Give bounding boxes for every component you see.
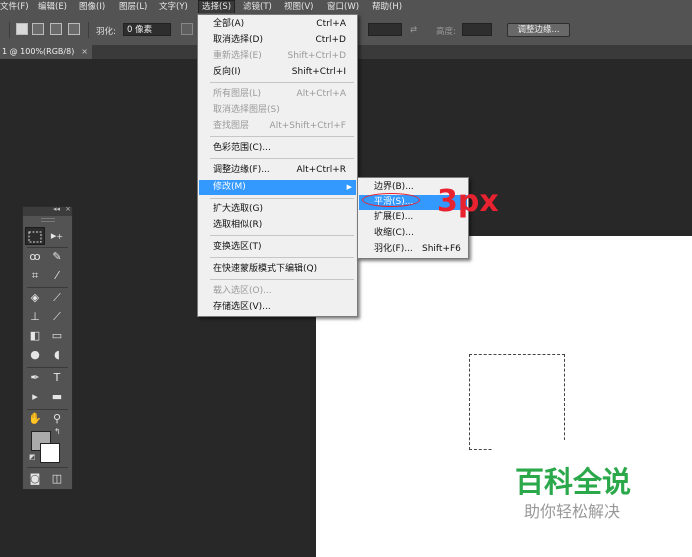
menu-help[interactable]: 帮助(H) [372,1,402,13]
height-label: 高度: [436,27,456,37]
menu-item-inverse[interactable]: 反向(I) Shift+Ctrl+I [199,65,356,80]
menu-separator [210,158,354,159]
submenu-item-feather[interactable]: 羽化(F)... Shift+F6 [359,242,467,257]
eyedropper-tool-icon[interactable]: ⁄ [47,267,67,285]
type-tool-icon[interactable]: T [47,369,67,387]
select-menu-dropdown: 全部(A) Ctrl+A 取消选择(D) Ctrl+D 重新选择(E) Shift+C… [197,14,358,317]
menu-item-load-selection[interactable]: 载入选区(O)... [199,284,356,299]
menu-item-modify[interactable]: 修改(M) ▶ [199,180,356,195]
menu-item-transform-selection[interactable]: 变换选区(T) [199,240,356,255]
history-brush-tool-icon[interactable]: ⟋ [47,308,67,326]
menu-separator [210,257,354,258]
document-tab-title: 1 @ 100%(RGB/8) [2,47,75,56]
new-selection-icon[interactable] [16,23,28,35]
menu-separator [210,136,354,137]
menu-item-all[interactable]: 全部(A) Ctrl+A [199,17,356,32]
hand-tool-icon[interactable]: ✋ [25,410,45,428]
menu-item-deselect[interactable]: 取消选择(D) Ctrl+D [199,33,356,48]
close-icon[interactable]: × [65,205,71,213]
swap-icon[interactable]: ⇄ [410,25,417,35]
menu-select[interactable]: 选择(S) [198,0,236,13]
menu-edit[interactable]: 编辑(E) [38,1,67,13]
crop-tool-icon[interactable]: ⌗ [25,267,45,285]
menu-view[interactable]: 视图(V) [284,1,313,13]
menu-separator [210,198,354,199]
menu-file[interactable]: 文件(F) [0,1,29,13]
brush-tool-icon[interactable]: ⟋ [47,289,67,307]
menu-separator [210,82,354,83]
swap-colors-icon[interactable]: ↰ [54,427,61,436]
quick-select-tool-icon[interactable]: ✎ [47,248,67,266]
menu-item-quick-mask[interactable]: 在快速蒙版模式下编辑(Q) [199,262,356,277]
screen-mode-icon[interactable]: ◫ [47,470,67,488]
eraser-tool-icon[interactable]: ◧ [25,327,45,345]
options-divider [9,22,10,38]
menu-type[interactable]: 文字(Y) [159,1,188,13]
panel-grip[interactable] [41,218,55,222]
menu-filter[interactable]: 滤镜(T) [243,1,272,13]
subtract-selection-icon[interactable] [50,23,62,35]
watermark-title: 百科全说 [515,465,632,499]
zoom-tool-icon[interactable]: ⚲ [47,410,67,428]
menu-item-similar[interactable]: 选取相似(R) [199,218,356,233]
lasso-tool-icon[interactable]: ꝏ [25,248,45,266]
gradient-tool-icon[interactable]: ▭ [47,327,67,345]
tools-divider [27,467,68,468]
submenu-arrow-icon: ▶ [346,183,352,191]
submenu-item-contract[interactable]: 收缩(C)... [359,226,467,241]
default-colors-icon[interactable]: ◩ [29,453,36,461]
menu-item-reselect[interactable]: 重新选择(E) Shift+Ctrl+D [199,49,356,64]
document-tab[interactable]: 1 @ 100%(RGB/8) × [0,45,92,59]
menu-item-grow[interactable]: 扩大选取(G) [199,202,356,217]
marquee-selection [469,354,565,450]
healing-brush-tool-icon[interactable]: ◈ [25,289,45,307]
menu-item-all-layers[interactable]: 所有图层(L) Alt+Ctrl+A [199,87,356,102]
collapse-icon[interactable]: ◂◂ [53,205,60,213]
tools-panel-header[interactable]: ◂◂ × [23,205,72,216]
anti-alias-checkbox[interactable] [181,23,193,35]
menu-item-deselect-layers[interactable]: 取消选择图层(S) [199,103,356,118]
annotation-circle [362,193,420,207]
menu-bar: 文件(F) 编辑(E) 图像(I) 图层(L) 文字(Y) 选择(S) 滤镜(T… [0,0,692,14]
tools-divider [27,287,68,288]
annotation-text: 3px [437,184,499,219]
height-input[interactable] [462,23,492,36]
dodge-tool-icon[interactable]: ◖ [47,346,67,364]
feather-label: 羽化: [96,27,116,37]
intersect-selection-icon[interactable] [68,23,80,35]
move-tool-icon[interactable]: ▸+ [47,227,67,245]
menu-item-save-selection[interactable]: 存储选区(V)... [199,300,356,315]
refine-edge-button[interactable]: 调整边缘... [507,23,570,37]
pen-tool-icon[interactable]: ✒ [25,369,45,387]
tools-panel: ◂◂ × ▸+ ꝏ ✎ ⌗ ⁄ ◈ ⟋ ⊥ ⟋ ◧ ▭ ● ◖ ✒ T ▸ ▬ … [22,205,73,490]
quick-mask-icon[interactable]: ◙ [25,470,45,488]
blur-tool-icon[interactable]: ● [25,346,45,364]
menu-item-refine-edge[interactable]: 调整边缘(F)... Alt+Ctrl+R [199,163,356,178]
close-icon[interactable]: × [81,45,88,59]
rect-marquee-tool-icon[interactable] [25,227,45,245]
path-select-tool-icon[interactable]: ▸ [25,388,45,406]
menu-item-find-layers[interactable]: 查找图层 Alt+Shift+Ctrl+F [199,119,356,134]
shape-tool-icon[interactable]: ▬ [47,388,67,406]
menu-separator [210,235,354,236]
watermark-subtitle: 助你轻松解决 [524,502,621,521]
options-divider [88,22,89,38]
menu-item-color-range[interactable]: 色彩范围(C)... [199,141,356,156]
selection-gap [493,440,573,456]
menu-separator [210,279,354,280]
background-color-swatch[interactable] [40,443,60,463]
menu-image[interactable]: 图像(I) [79,1,105,13]
clone-stamp-tool-icon[interactable]: ⊥ [25,308,45,326]
width-input[interactable] [368,23,402,36]
menu-layer[interactable]: 图层(L) [119,1,147,13]
add-to-selection-icon[interactable] [32,23,44,35]
tools-divider [27,367,68,368]
menu-window[interactable]: 窗口(W) [327,1,359,13]
feather-input[interactable]: 0 像素 [123,23,171,36]
